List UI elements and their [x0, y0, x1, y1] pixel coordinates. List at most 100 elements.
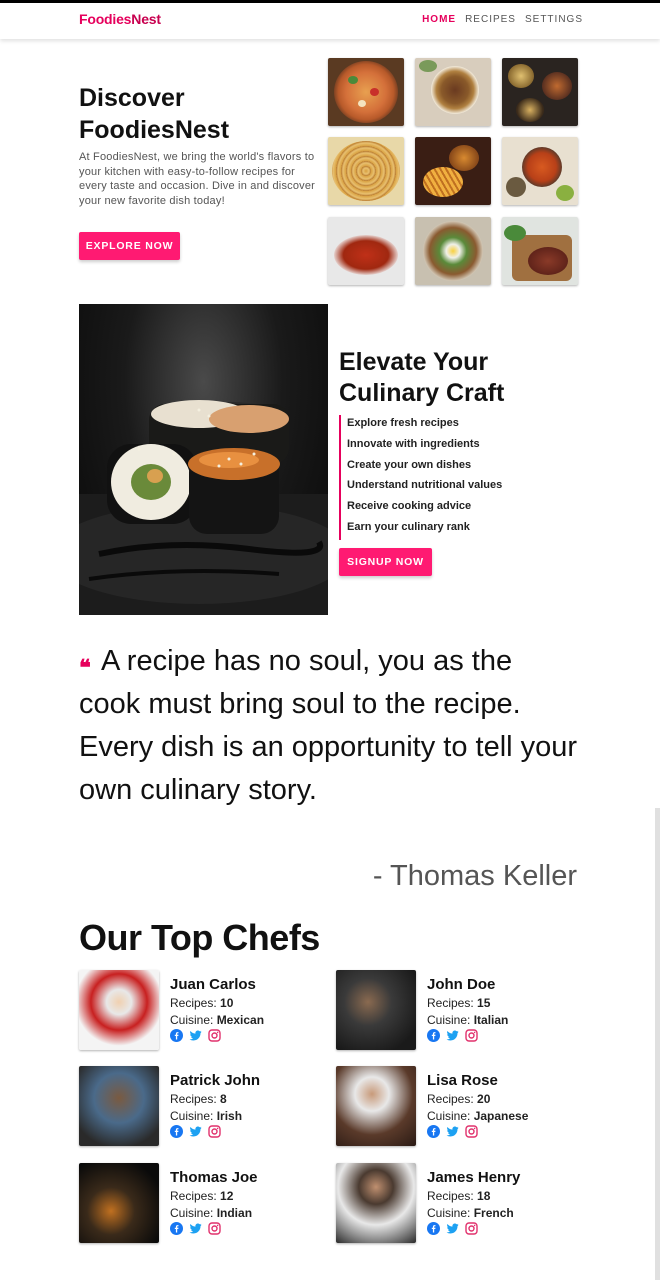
social-links: [170, 1222, 221, 1235]
chef-photo[interactable]: [336, 1163, 416, 1243]
instagram-icon[interactable]: [208, 1029, 221, 1042]
cuisine-label: Cuisine:: [427, 1013, 474, 1027]
facebook-icon[interactable]: [427, 1029, 440, 1042]
gallery-chicken-wings[interactable]: [328, 217, 404, 285]
twitter-icon[interactable]: [446, 1222, 459, 1235]
cuisine-value: French: [473, 1206, 514, 1220]
facebook-icon[interactable]: [170, 1029, 183, 1042]
nav-recipes[interactable]: RECIPES: [465, 14, 516, 25]
social-links: [170, 1125, 221, 1138]
brand-logo[interactable]: FoodiesNest: [79, 11, 161, 27]
chef-name[interactable]: Juan Carlos: [170, 976, 256, 993]
instagram-icon[interactable]: [465, 1222, 478, 1235]
chef-recipes: Recipes: 8: [170, 1092, 227, 1106]
cuisine-value: Japanese: [473, 1109, 529, 1123]
instagram-icon[interactable]: [208, 1222, 221, 1235]
signup-now-button[interactable]: SIGNUP NOW: [339, 548, 432, 576]
twitter-icon[interactable]: [189, 1029, 202, 1042]
feature-item: Receive cooking advice: [339, 498, 502, 519]
nav-settings[interactable]: SETTINGS: [525, 14, 583, 25]
recipes-count: 10: [220, 996, 234, 1010]
hero-title-line1: Discover: [79, 84, 185, 112]
feature-item: Create your own dishes: [339, 456, 502, 478]
chef-recipes: Recipes: 12: [170, 1189, 233, 1203]
navbar: FoodiesNest HOME RECIPES SETTINGS: [0, 3, 660, 39]
chef-name[interactable]: John Doe: [427, 976, 495, 993]
recipes-label: Recipes:: [170, 996, 221, 1010]
facebook-icon[interactable]: [427, 1222, 440, 1235]
feature-label: Innovate with ingredients: [347, 437, 480, 450]
recipes-label: Recipes:: [170, 1189, 221, 1203]
chef-cuisine: Cuisine: Italian: [427, 1013, 508, 1027]
hero-description: At FoodiesNest, we bring the world's fla…: [79, 151, 316, 207]
gallery-burger-fries[interactable]: [415, 137, 491, 205]
gallery-ramen-egg[interactable]: [415, 217, 491, 285]
facebook-icon[interactable]: [170, 1222, 183, 1235]
feature-item: Explore fresh recipes: [339, 415, 502, 436]
chef-name[interactable]: Thomas Joe: [170, 1169, 258, 1186]
gallery-curry-spread[interactable]: [502, 137, 578, 205]
cuisine-label: Cuisine:: [170, 1206, 217, 1220]
scrollbar[interactable]: [655, 808, 660, 1280]
gallery-pizza[interactable]: [328, 58, 404, 126]
chef-photo[interactable]: [79, 1163, 159, 1243]
chef-name[interactable]: Lisa Rose: [427, 1072, 498, 1089]
explore-now-button[interactable]: EXPLORE NOW: [79, 232, 180, 260]
facebook-icon[interactable]: [170, 1125, 183, 1138]
cuisine-value: Italian: [473, 1013, 509, 1027]
chef-cuisine: Cuisine: Japanese: [427, 1109, 528, 1123]
twitter-icon[interactable]: [446, 1125, 459, 1138]
chef-photo[interactable]: [336, 1066, 416, 1146]
twitter-icon[interactable]: [189, 1125, 202, 1138]
recipes-count: 20: [477, 1092, 491, 1106]
chef-photo[interactable]: [79, 1066, 159, 1146]
chef-card[interactable]: John Doe Recipes: 15 Cuisine: Italian: [336, 970, 576, 1052]
instagram-icon[interactable]: [465, 1125, 478, 1138]
recipes-count: 12: [220, 1189, 234, 1203]
recipes-label: Recipes:: [427, 996, 478, 1010]
recipes-label: Recipes:: [427, 1092, 478, 1106]
cuisine-value: Indian: [216, 1206, 253, 1220]
chef-photo[interactable]: [336, 970, 416, 1050]
feature-item: Earn your culinary rank: [339, 518, 502, 540]
chef-cuisine: Cuisine: Indian: [170, 1206, 252, 1220]
social-links: [427, 1125, 478, 1138]
chef-card[interactable]: James Henry Recipes: 18 Cuisine: French: [336, 1163, 576, 1245]
chef-card[interactable]: Thomas Joe Recipes: 12 Cuisine: Indian: [79, 1163, 319, 1245]
chef-recipes: Recipes: 18: [427, 1189, 490, 1203]
feature-item: Understand nutritional values: [339, 477, 502, 499]
brand-part2: Nest: [131, 11, 161, 27]
twitter-icon[interactable]: [446, 1029, 459, 1042]
recipes-label: Recipes:: [427, 1189, 478, 1203]
gallery-spaghetti[interactable]: [328, 137, 404, 205]
chef-name[interactable]: Patrick John: [170, 1072, 260, 1089]
gallery-asian-platter[interactable]: [502, 58, 578, 126]
cuisine-value: Irish: [216, 1109, 243, 1123]
chef-card[interactable]: Lisa Rose Recipes: 20 Cuisine: Japanese: [336, 1066, 576, 1148]
hero-title: Discover FoodiesNest: [79, 82, 319, 146]
gallery-noodle-bowl[interactable]: [415, 58, 491, 126]
recipes-count: 18: [477, 1189, 491, 1203]
chef-recipes: Recipes: 10: [170, 996, 233, 1010]
social-links: [427, 1029, 478, 1042]
chef-name[interactable]: James Henry: [427, 1169, 520, 1186]
nav-home[interactable]: HOME: [422, 14, 456, 25]
feature-label: Explore fresh recipes: [347, 417, 459, 429]
recipes-count: 15: [477, 996, 491, 1010]
gallery-steak-board[interactable]: [502, 217, 578, 285]
sushi-illustration: [79, 400, 328, 615]
chef-photo[interactable]: [79, 970, 159, 1050]
instagram-icon[interactable]: [208, 1125, 221, 1138]
social-links: [170, 1029, 221, 1042]
chef-card[interactable]: Juan Carlos Recipes: 10 Cuisine: Mexican: [79, 970, 319, 1052]
chef-card[interactable]: Patrick John Recipes: 8 Cuisine: Irish: [79, 1066, 319, 1148]
instagram-icon[interactable]: [465, 1029, 478, 1042]
nav-menu: HOME RECIPES SETTINGS: [422, 14, 583, 25]
twitter-icon[interactable]: [189, 1222, 202, 1235]
cuisine-label: Cuisine:: [427, 1206, 474, 1220]
facebook-icon[interactable]: [427, 1125, 440, 1138]
elevate-title: Elevate Your Culinary Craft: [339, 347, 539, 409]
quote-text: A recipe has no soul, you as the cook mu…: [79, 645, 578, 806]
feature-label: Create your own dishes: [347, 458, 472, 471]
elevate-title-line1: Elevate Your: [339, 348, 489, 376]
